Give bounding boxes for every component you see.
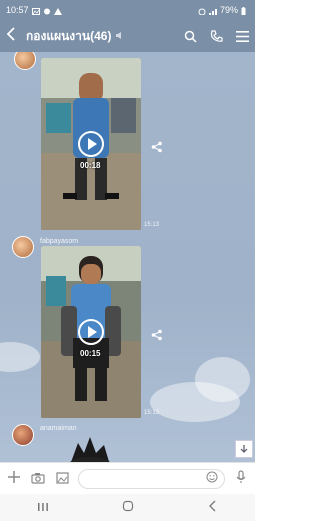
avatar[interactable] [12,424,34,446]
background-cloud [0,342,40,372]
microphone-icon[interactable] [233,470,249,487]
message-timestamp: 15:13 [144,410,160,416]
share-icon[interactable] [151,328,163,341]
share-icon[interactable] [151,140,163,153]
message-input[interactable] [78,468,225,489]
play-button[interactable] [78,319,104,345]
chat-area[interactable]: 00:18 15:13 fabpayasom 00:15 15:13 anama… [0,52,255,462]
status-bar: 10:57 79% [0,0,255,20]
mute-icon [115,31,124,42]
message-timestamp: 15:13 [144,222,160,228]
background-cloud [195,357,250,402]
search-icon[interactable] [183,29,197,43]
play-button[interactable] [78,131,104,157]
sticker-message[interactable] [60,435,120,462]
video-message[interactable]: 00:15 [41,246,141,418]
image-icon[interactable] [54,471,70,487]
gallery-notification-icon [31,7,40,15]
input-bar [0,462,255,494]
chat-header: กองแผนงาน(46) [0,20,255,52]
emoji-icon[interactable] [206,471,218,486]
battery-icon [241,6,249,15]
signal-icon [208,7,217,15]
recent-apps-icon[interactable] [37,501,49,515]
messenger-notification-icon [43,7,51,14]
avatar[interactable] [14,52,36,70]
scroll-down-icon[interactable] [235,440,253,458]
video-duration: 00:18 [80,161,101,170]
camera-icon[interactable] [30,471,46,487]
home-icon[interactable] [122,500,134,515]
chat-title[interactable]: กองแผนงาน(46) [26,27,111,46]
back-icon[interactable] [6,26,20,46]
alarm-icon [198,7,206,15]
menu-icon[interactable] [235,29,249,43]
play-icon [88,138,97,150]
back-nav-icon[interactable] [208,500,218,515]
phone-icon[interactable] [209,29,223,43]
video-duration: 00:15 [80,349,101,358]
system-nav-bar [0,494,255,521]
play-icon [88,326,97,338]
status-time: 10:57 [6,5,29,15]
sender-name: fabpayasom [40,238,79,245]
plus-icon[interactable] [6,470,22,487]
sender-name: anamaiman [40,425,77,432]
avatar[interactable] [12,236,34,258]
battery-percent: 79% [219,5,238,15]
warning-notification-icon [53,7,62,15]
video-message[interactable]: 00:18 [41,58,141,230]
